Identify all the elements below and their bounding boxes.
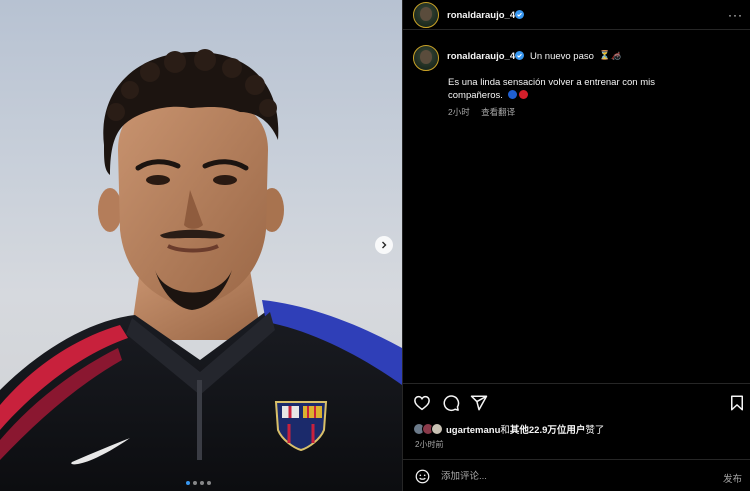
carousel-dot [207,481,211,485]
liker-username[interactable]: ugartemanu [446,425,500,436]
liker-avatar [431,423,443,435]
carousel-indicator [186,481,211,485]
avatar[interactable] [413,2,439,28]
carousel-dot [200,481,204,485]
bookmark-icon[interactable] [728,394,746,412]
caption-timestamp: 2小时 [448,107,470,117]
carousel-dot [193,481,197,485]
verified-badge-icon [515,51,524,60]
chevron-right-icon [382,241,387,249]
next-slide-button[interactable] [375,236,393,254]
likes-summary[interactable]: ugartemanu和其他22.9万位用户赞了 [413,422,604,436]
red-circle-emoji-icon [518,90,528,99]
heart-icon[interactable] [413,394,431,412]
likes-others[interactable]: 其他22.9万位用户 [510,425,586,436]
share-icon[interactable] [470,394,488,412]
see-translation-link[interactable]: 查看翻译 [481,107,515,117]
likes-text: ugartemanu和其他22.9万位用户赞了 [446,422,604,436]
post-timestamp: 2小时前 [415,440,444,449]
more-options-button[interactable]: ··· [728,8,743,22]
author-username[interactable]: ronaldaraujo_4 [447,10,515,21]
caption-meta: 2小时 查看翻译 [448,106,524,118]
likes-connector: 和 [500,425,510,436]
caption-title: Un nuevo paso [530,51,594,62]
caption-username[interactable]: ronaldaraujo_4 [447,51,515,62]
emoji-icon[interactable] [415,469,430,484]
caption-body: Es una linda sensación volver a entrenar… [448,76,678,102]
post-details-panel: ronaldaraujo_4 ··· ronaldaraujo_4 Un nue… [402,0,750,491]
post-header: ronaldaraujo_4 ··· [403,0,750,30]
likes-suffix: 赞了 [585,425,605,436]
caption-title-emoji: ⏳🦽 [599,50,622,60]
comment-bar: 发布 [403,459,750,491]
comment-icon[interactable] [442,394,460,412]
avatar[interactable] [413,45,439,71]
comment-input[interactable] [441,468,711,484]
action-bar [403,383,750,421]
carousel-dot [186,481,190,485]
verified-badge-icon [515,10,524,19]
blue-circle-emoji-icon [507,90,517,99]
post-media[interactable] [0,0,402,491]
caption-text: Es una linda sensación volver a entrenar… [448,77,656,101]
post-photo [0,49,402,491]
post-comment-button[interactable]: 发布 [723,471,742,485]
